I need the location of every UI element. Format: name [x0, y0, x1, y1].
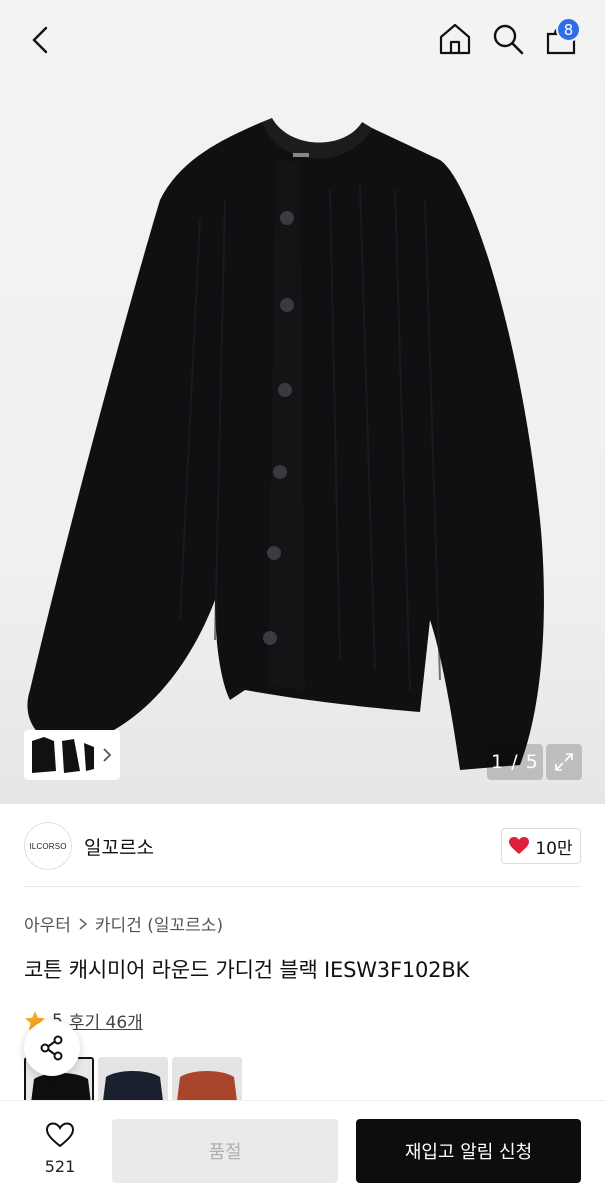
brand-like-count: 10만: [535, 838, 573, 859]
brand-logo[interactable]: ILCORSO: [24, 822, 72, 870]
breadcrumb-subcategory[interactable]: 카디건 (일꼬르소): [95, 911, 223, 936]
soldout-button: 품절: [112, 1119, 338, 1183]
cardigan-image: [27, 118, 544, 770]
expand-icon: [555, 753, 573, 771]
search-button[interactable]: [489, 20, 527, 58]
search-icon: [493, 24, 524, 55]
breadcrumb: 아우터 카디건 (일꼬르소): [24, 911, 223, 936]
share-icon: [40, 1035, 63, 1061]
breadcrumb-category[interactable]: 아우터: [24, 911, 71, 936]
back-icon: [32, 26, 48, 54]
expand-button[interactable]: [546, 744, 582, 780]
back-button[interactable]: [24, 22, 60, 58]
thumbnail-strip[interactable]: [24, 730, 120, 780]
chevron-right-icon: [79, 917, 88, 930]
wishlist-button[interactable]: 521: [30, 1121, 90, 1181]
brand-like-button[interactable]: 10만: [501, 828, 581, 864]
share-button[interactable]: [24, 1020, 80, 1076]
cart-count-badge: 8: [556, 17, 581, 42]
home-icon: [439, 23, 471, 55]
home-button[interactable]: [436, 20, 474, 58]
top-navigation-bar: 8: [0, 0, 605, 80]
image-counter: 1 / 5: [487, 744, 543, 780]
heart-filled-icon: [509, 837, 530, 854]
brand-name[interactable]: 일꼬르소: [84, 833, 154, 860]
bottom-action-bar: 521 품절 재입고 알림 신청: [0, 1100, 605, 1200]
brand-row[interactable]: ILCORSO 일꼬르소 10만: [24, 822, 581, 870]
divider: [24, 886, 581, 887]
product-title: 코튼 캐시미어 라운드 가디건 블랙 IESW3F102BK: [24, 958, 470, 982]
review-count-link[interactable]: 후기 46개: [69, 1008, 143, 1033]
product-image[interactable]: 1 / 5: [0, 0, 605, 804]
restock-alert-button[interactable]: 재입고 알림 신청: [356, 1119, 581, 1183]
wishlist-count: 521: [44, 1157, 76, 1176]
chevron-right-icon: [103, 748, 112, 762]
heart-outline-icon: [45, 1122, 75, 1148]
thumbnail-images: [32, 737, 94, 773]
